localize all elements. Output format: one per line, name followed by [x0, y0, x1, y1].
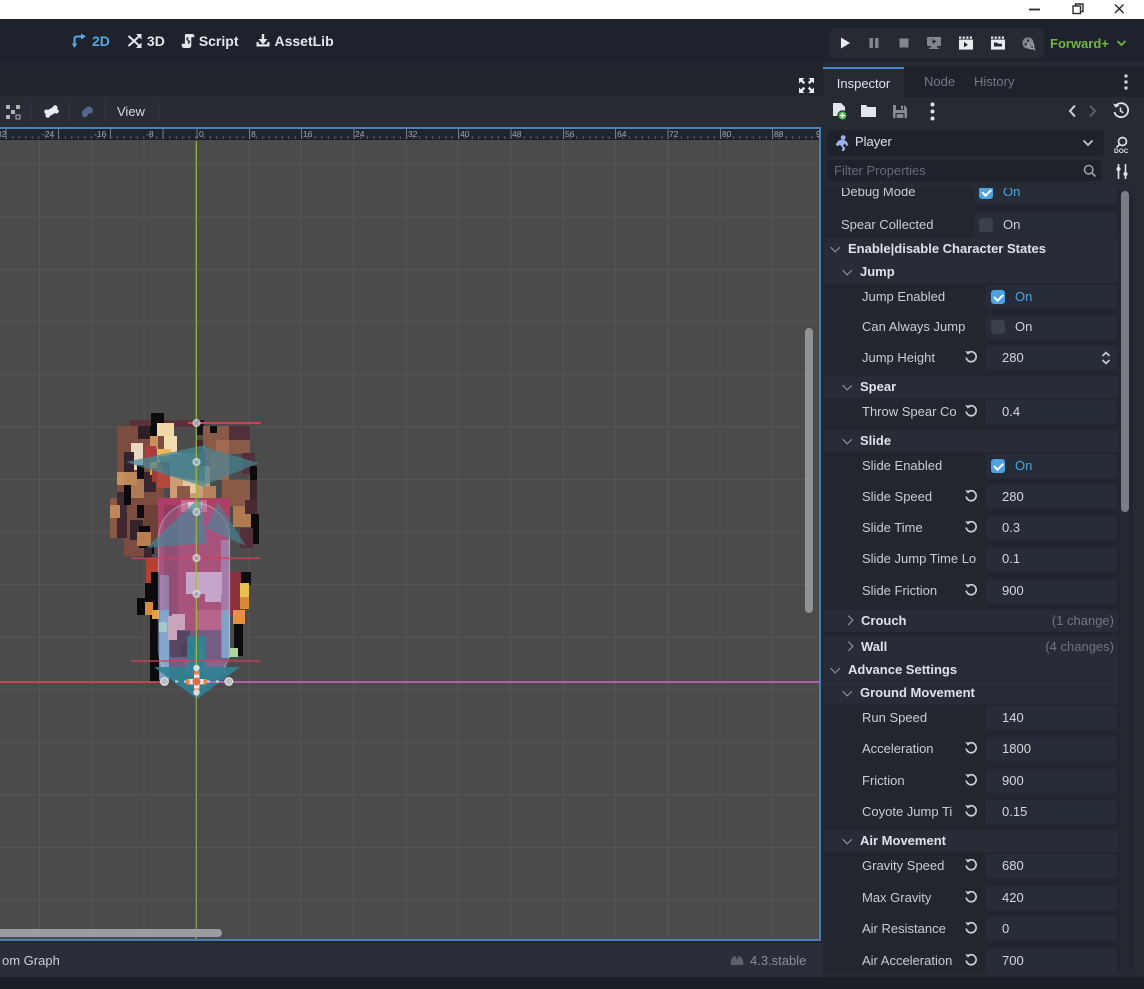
svg-text:DOC: DOC [1114, 148, 1129, 154]
